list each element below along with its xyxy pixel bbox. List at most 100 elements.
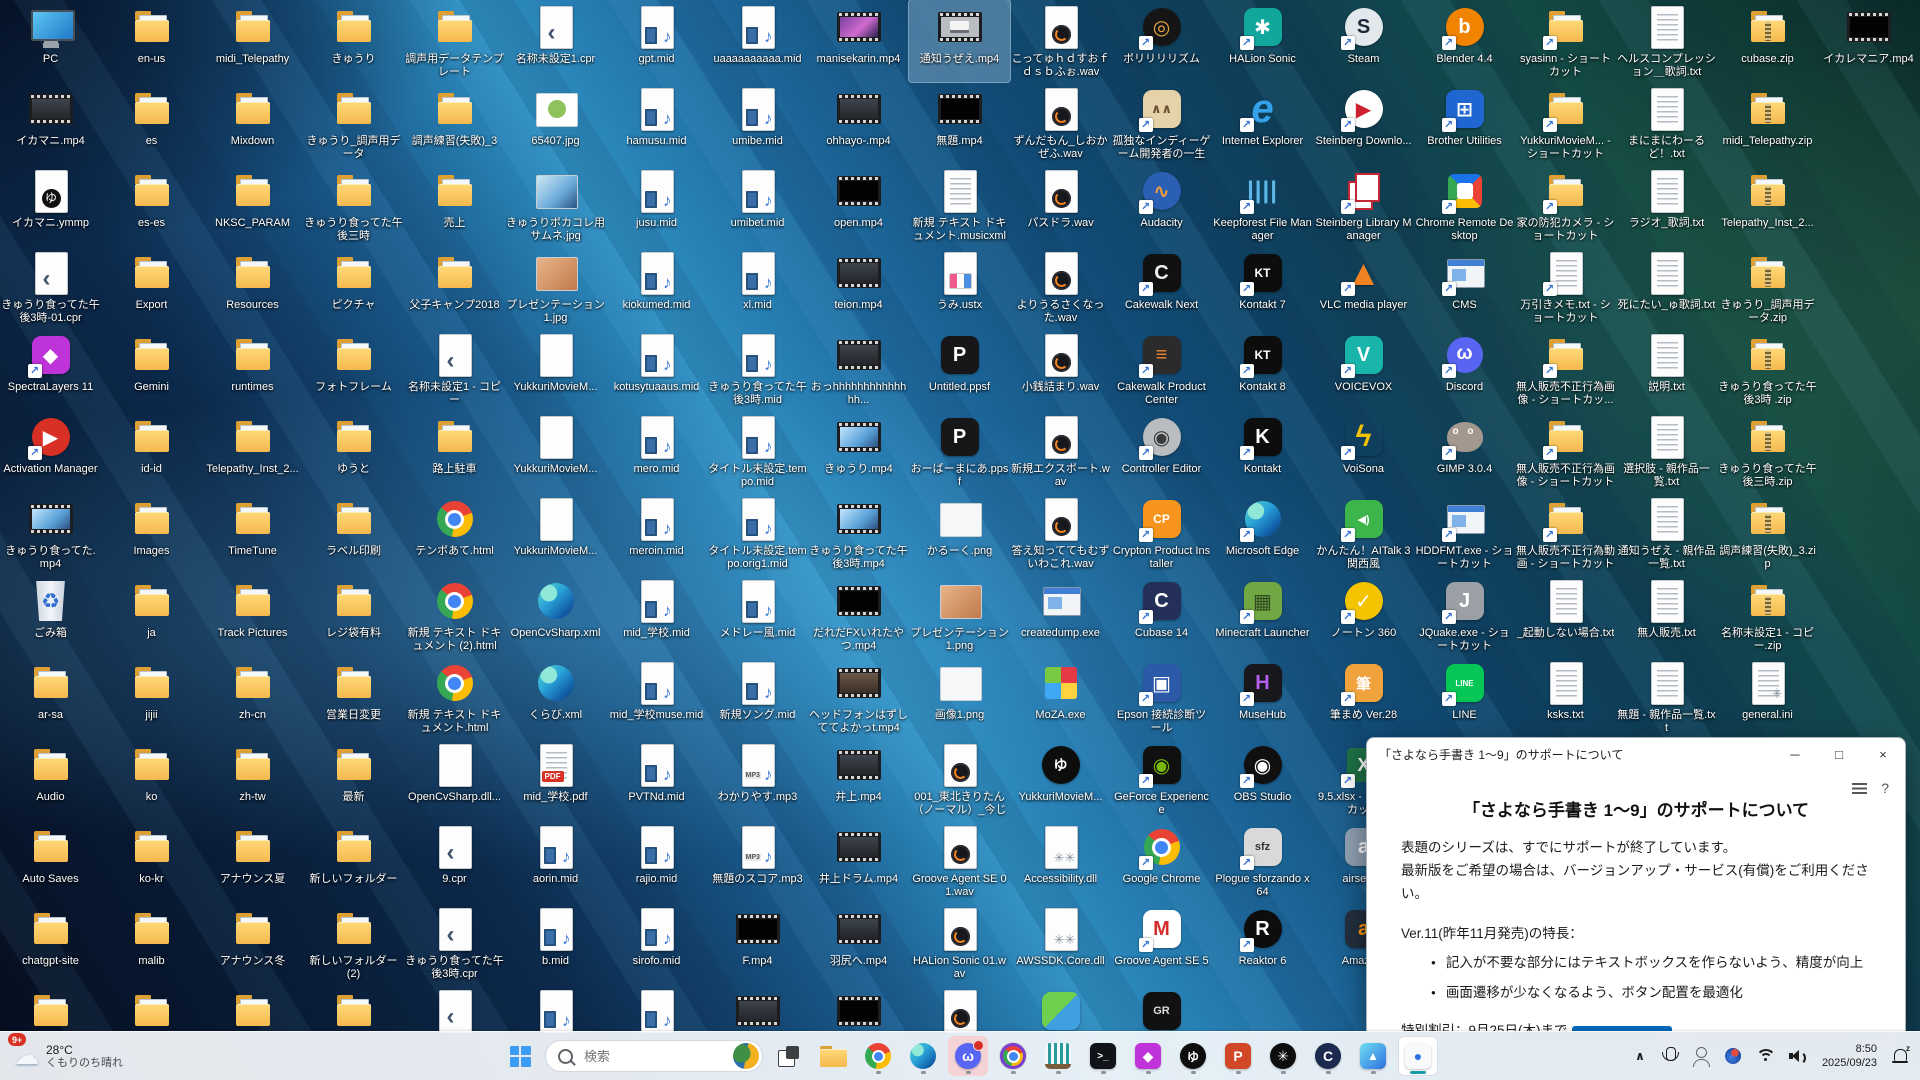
desktop-icon[interactable]: 営業日変更 [303,656,404,738]
desktop-icon[interactable]: sfz↗Plogue sforzando x64 [1212,820,1313,902]
desktop-icon[interactable]: かるーく.png [909,492,1010,574]
desktop-icon[interactable]: テンポあて.html [404,492,505,574]
desktop-icon[interactable]: ✳✳Accessibility.dll [1010,820,1111,902]
desktop-icon[interactable]: ↗YukkuriMovieM... - ショートカット [1515,82,1616,164]
desktop-icon[interactable]: 画像1.png [909,656,1010,738]
desktop-icon[interactable]: ohhayo-.mp4 [808,82,909,164]
desktop-icon[interactable]: ♪sirofo.mid [606,902,707,984]
desktop-icon[interactable]: R↗Reaktor 6 [1212,902,1313,984]
desktop-icon[interactable]: Export [101,246,202,328]
desktop-icon[interactable]: ↗Steinberg Library Manager [1313,164,1414,246]
desktop-icon[interactable]: Groove Agent SE 01.wav [909,820,1010,902]
desktop-icon[interactable]: es-es [101,164,202,246]
desktop-icon[interactable]: o o↗GIMP 3.0.4 [1414,410,1515,492]
desktop-icon[interactable]: KT↗Kontakt 7 [1212,246,1313,328]
desktop-icon[interactable]: F.mp4 [707,902,808,984]
accessibility-person-icon[interactable] [1692,1040,1712,1072]
wifi-icon[interactable] [1754,1040,1776,1072]
desktop-icon[interactable]: ◀)↗かんたん！AITalk 3 関西風 [1313,492,1414,574]
desktop-icon[interactable]: ω↗Discord [1414,328,1515,410]
desktop-icon[interactable]: 売上 [404,164,505,246]
desktop-icon[interactable]: YukkuriMovieM... [505,410,606,492]
desktop-icon[interactable]: C↗Cakewalk Next [1111,246,1212,328]
desktop-icon[interactable]: 新規 テキスト ドキュメント.musicxml [909,164,1010,246]
desktop-icon[interactable]: 井上ドラム.mp4 [808,820,909,902]
desktop-icon[interactable]: ▶↗Steinberg Downlo... [1313,82,1414,164]
desktop-icon[interactable]: ↗万引きメモ.txt - ショートカット [1515,246,1616,328]
desktop-icon[interactable]: ゆうと [303,410,404,492]
desktop-icon[interactable]: open.mp4 [808,164,909,246]
desktop-icon[interactable]: 無題 - 親作品一覧.txt [1616,656,1717,738]
desktop-icon[interactable]: ◆↗SpectraLayers 11 [0,328,101,410]
desktop-icon[interactable]: 新規エクスポート.wav [1010,410,1111,492]
desktop-icon[interactable]: V↗VOICEVOX [1313,328,1414,410]
taskbar-chatgpt[interactable]: ✳ [1263,1036,1303,1076]
desktop-icon[interactable]: Mixdown [202,82,303,164]
taskbar-edge[interactable] [903,1036,943,1076]
desktop-icon[interactable]: ♪PVTNd.mid [606,738,707,820]
desktop-icon[interactable]: es [101,82,202,164]
desktop-icon[interactable]: teion.mp4 [808,246,909,328]
desktop-icon[interactable]: cubase.zip [1717,0,1818,82]
desktop-icon[interactable]: 新規 テキスト ドキュメント.html [404,656,505,738]
desktop-icon[interactable]: ♪タイトル未設定.tempo.orig1.mid [707,492,808,574]
taskbar-chrome[interactable] [858,1036,898,1076]
desktop-icon[interactable]: Gemini [101,328,202,410]
desktop-icon[interactable]: ▲↗VLC media player [1313,246,1414,328]
desktop-icon[interactable]: H↗MuseHub [1212,656,1313,738]
desktop-icon[interactable]: ‹名称未設定1.cpr [505,0,606,82]
desktop-icon[interactable]: Track Pictures [202,574,303,656]
desktop-icon[interactable]: ♪uaaaaaaaaaa.mid [707,0,808,82]
desktop-icon[interactable]: ko-kr [101,820,202,902]
desktop-icon[interactable]: Audio [0,738,101,820]
taskbar-photos[interactable]: ▲ [1353,1036,1393,1076]
desktop-icon[interactable]: ksks.txt [1515,656,1616,738]
notification-bell-icon[interactable]: z [1890,1040,1910,1072]
desktop-icon[interactable]: midi_Telepathy [202,0,303,82]
desktop-icon[interactable]: Resources [202,246,303,328]
desktop-icon[interactable]: ∿↗Audacity [1111,164,1212,246]
desktop-icon[interactable]: おっhhhhhhhhhhhhhh... [808,328,909,410]
maximize-button[interactable]: □ [1817,738,1861,770]
desktop-icon[interactable]: _起動しない場合.txt [1515,574,1616,656]
desktop-icon[interactable]: 説明.txt [1616,328,1717,410]
desktop-icon[interactable]: ↗syasinn - ショートカット [1515,0,1616,82]
desktop-icon[interactable]: ヘルスコンプレッション＿歌詞.txt [1616,0,1717,82]
desktop-icon[interactable]: MoZA.exe [1010,656,1111,738]
desktop-icon[interactable]: manisekarin.mp4 [808,0,909,82]
desktop-icon[interactable]: J↗JQuake.exe - ショートカット [1414,574,1515,656]
desktop-icon[interactable]: プレゼンテーション1.jpg [505,246,606,328]
desktop-icon[interactable]: ▣↗Epson 接続診断ツール [1111,656,1212,738]
desktop-icon[interactable]: 65407.jpg [505,82,606,164]
desktop-icon[interactable]: まにまにわーるど！.txt [1616,82,1717,164]
desktop-icon[interactable]: ↗CMS [1414,246,1515,328]
desktop-icon[interactable]: zh-cn [202,656,303,738]
desktop-icon[interactable]: ◉↗GeForce Experience [1111,738,1212,820]
desktop-icon[interactable]: イカレマニア.mp4 [1818,0,1919,82]
desktop-icon[interactable]: ◉↗Controller Editor [1111,410,1212,492]
desktop-icon[interactable]: Auto Saves [0,820,101,902]
desktop-icon[interactable]: CP↗Crypton Product Installer [1111,492,1212,574]
desktop-icon[interactable]: ♪meroin.mid [606,492,707,574]
desktop-icon[interactable]: ↗HDDFMT.exe - ショートカット [1414,492,1515,574]
desktop-icon[interactable]: ラジオ_歌詞.txt [1616,164,1717,246]
desktop-icon[interactable]: ◉↗OBS Studio [1212,738,1313,820]
desktop-icon[interactable]: jijii [101,656,202,738]
desktop-icon[interactable]: きゅうり食ってた午後三時 [303,164,404,246]
desktop-icon[interactable]: ♪gpt.mid [606,0,707,82]
taskbar-ymm4[interactable]: ゆ [1173,1036,1213,1076]
taskbar-discord[interactable]: ω [948,1036,988,1076]
taskbar-task-view-button[interactable] [768,1036,808,1076]
desktop-icon[interactable]: 新しいフォルダー (2) [303,902,404,984]
desktop-icon[interactable]: ≡↗Cakewalk Product Center [1111,328,1212,410]
desktop-icon[interactable]: e↗Internet Explorer [1212,82,1313,164]
desktop-icon[interactable]: chatgpt-site [0,902,101,984]
desktop-icon[interactable]: ♪タイトル未設定.tempo.mid [707,410,808,492]
desktop-icon[interactable]: PUntitled.ppsf [909,328,1010,410]
desktop-icon[interactable]: createdump.exe [1010,574,1111,656]
desktop-icon[interactable]: 通知うぜえ - 親作品一覧.txt [1616,492,1717,574]
desktop-icon[interactable]: midi_Telepathy.zip [1717,82,1818,164]
desktop-icon[interactable]: 父子キャンプ2018 [404,246,505,328]
desktop-icon[interactable]: 通知うぜえ.mp4 [909,0,1010,82]
desktop-icon[interactable]: KT↗Kontakt 8 [1212,328,1313,410]
